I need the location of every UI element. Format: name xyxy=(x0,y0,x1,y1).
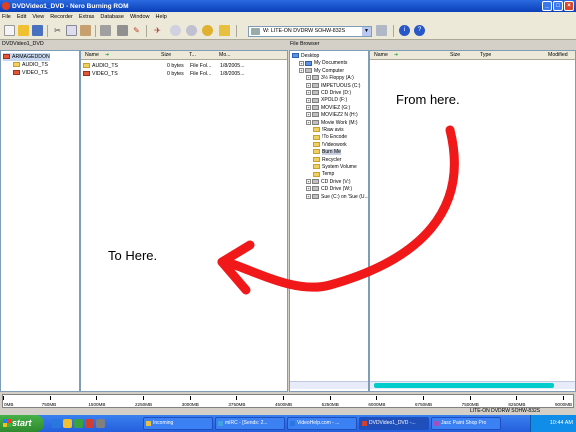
arrow-curve xyxy=(217,125,459,292)
annotation-arrow xyxy=(217,125,459,295)
annotation-from: From here. xyxy=(396,92,460,107)
annotation-to: To Here. xyxy=(108,248,158,263)
